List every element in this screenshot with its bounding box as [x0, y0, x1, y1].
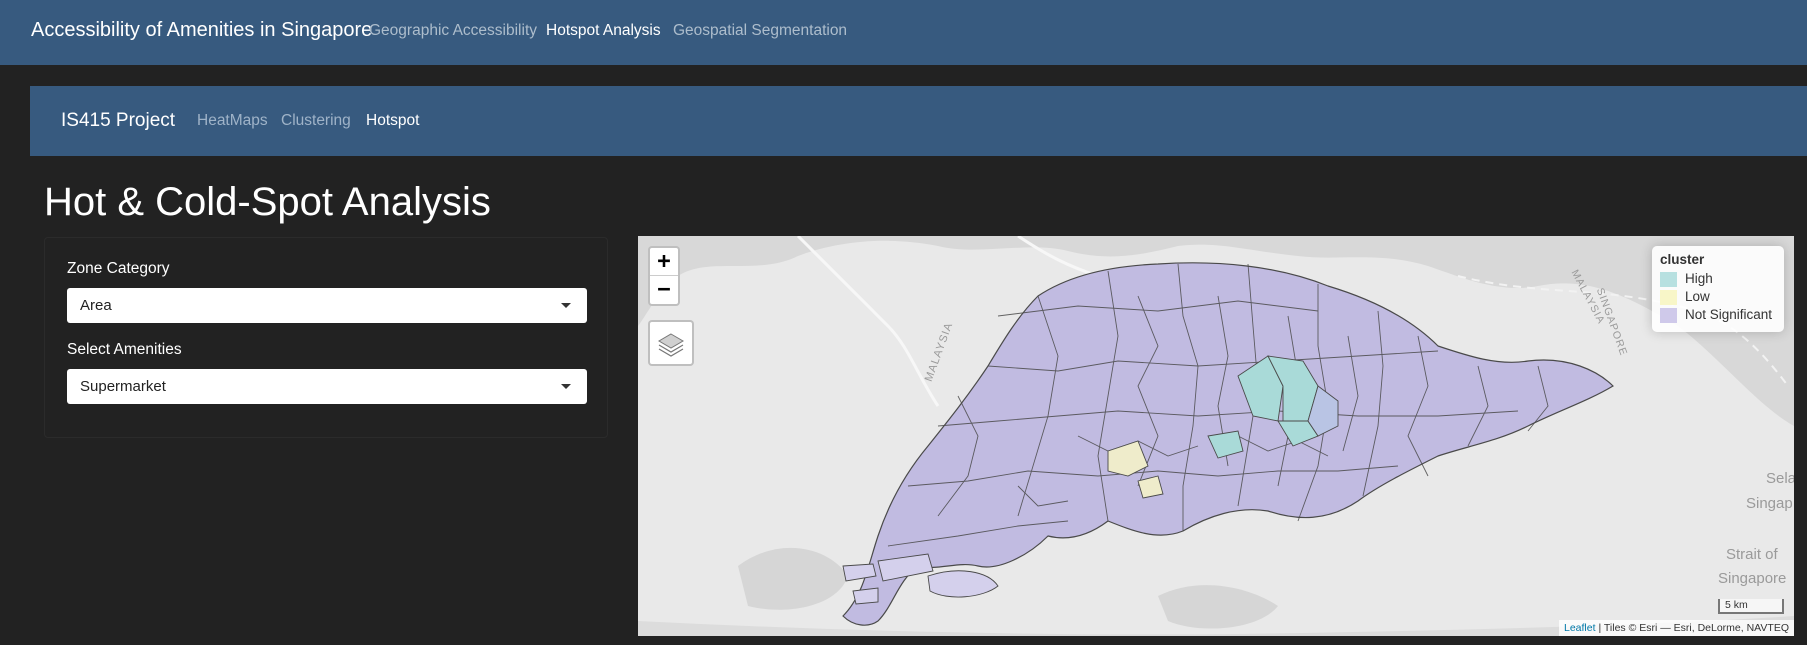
top-navbar: Accessibility of Amenities in Singapore … — [0, 0, 1807, 65]
tab-heatmaps[interactable]: HeatMaps — [197, 112, 268, 130]
app-title[interactable]: Accessibility of Amenities in Singapore — [31, 19, 372, 42]
zone-category-value: Area — [80, 297, 112, 314]
map-view[interactable]: MALAYSIA MALAYSIA SINGAPORE Sela Singap … — [638, 236, 1794, 636]
tab-hotspot[interactable]: Hotspot — [366, 112, 419, 130]
leaflet-link[interactable]: Leaflet — [1564, 622, 1596, 634]
layers-button[interactable] — [648, 320, 694, 366]
map-legend: cluster High Low Not Significant — [1652, 246, 1784, 332]
map-basemap — [638, 236, 1794, 636]
legend-swatch-high — [1660, 272, 1677, 287]
nav-geographic-accessibility[interactable]: Geographic Accessibility — [369, 22, 537, 40]
zoom-out-button[interactable]: − — [650, 276, 678, 304]
nav-geospatial-segmentation[interactable]: Geospatial Segmentation — [673, 22, 847, 40]
attribution-text: | Tiles © Esri — Esri, DeLorme, NAVTEQ — [1598, 622, 1789, 634]
map-attribution: Leaflet | Tiles © Esri — Esri, DeLorme, … — [1558, 620, 1794, 636]
zone-category-select[interactable]: Area — [67, 288, 587, 323]
amenities-label: Select Amenities — [67, 341, 182, 358]
map-label-singapore-strait: Singapore — [1718, 570, 1787, 587]
legend-label-not-significant: Not Significant — [1685, 307, 1773, 322]
sub-navbar: IS415 Project HeatMaps Clustering Hotspo… — [30, 86, 1807, 156]
amenities-select[interactable]: Supermarket — [67, 369, 587, 404]
scale-bar: 5 km — [1718, 599, 1784, 614]
zoom-control: + − — [648, 246, 680, 306]
legend-swatch-low — [1660, 290, 1677, 305]
layers-icon — [658, 333, 684, 357]
zoom-in-button[interactable]: + — [650, 248, 678, 276]
sub-brand[interactable]: IS415 Project — [61, 110, 175, 132]
map-label-strait-of: Strait of — [1726, 546, 1778, 563]
map-label-sela: Sela — [1766, 470, 1794, 487]
legend-title: cluster — [1660, 252, 1705, 267]
zone-category-label: Zone Category — [67, 260, 170, 277]
legend-label-high: High — [1685, 271, 1713, 286]
map-label-singap: Singap — [1746, 495, 1793, 512]
amenities-value: Supermarket — [80, 378, 166, 395]
legend-swatch-not-significant — [1660, 308, 1677, 323]
legend-label-low: Low — [1685, 289, 1710, 304]
page-title: Hot & Cold-Spot Analysis — [44, 180, 491, 224]
nav-hotspot-analysis[interactable]: Hotspot Analysis — [546, 22, 661, 40]
controls-panel: Zone Category Area Select Amenities Supe… — [44, 237, 608, 438]
chevron-down-icon — [561, 303, 571, 308]
tab-clustering[interactable]: Clustering — [281, 112, 351, 130]
chevron-down-icon — [561, 384, 571, 389]
